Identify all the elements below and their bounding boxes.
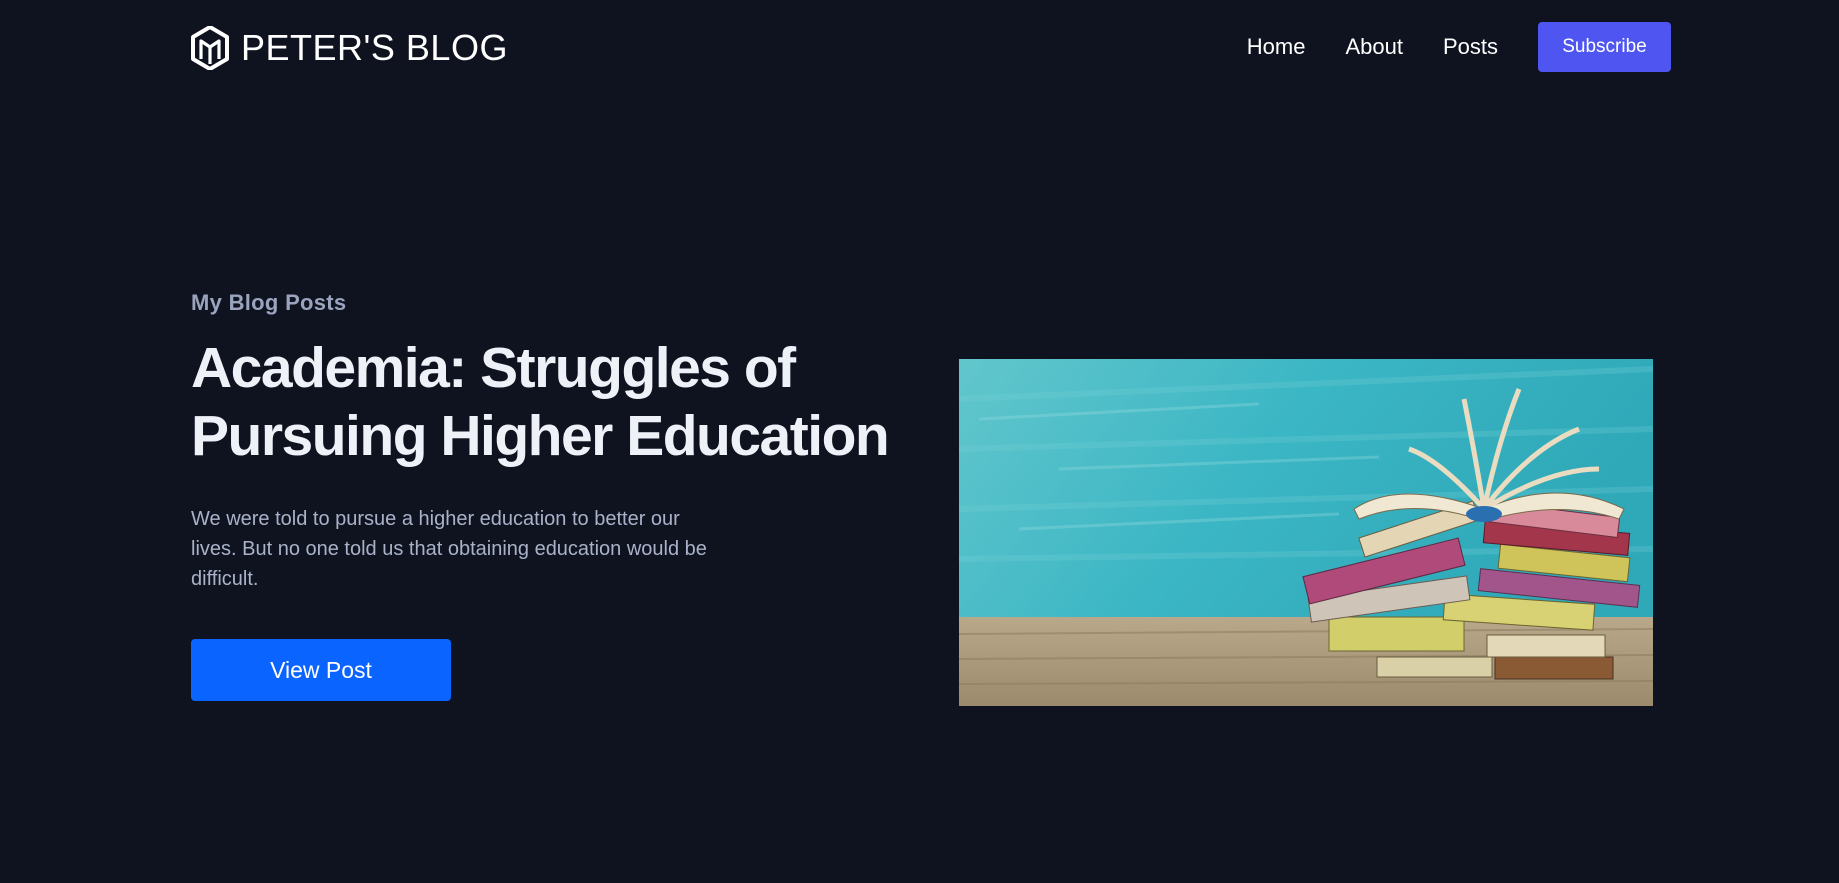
page: PETER'S BLOG Home About Posts Subscribe …: [0, 0, 1839, 883]
post-title: Academia: Struggles of Pursuing Higher E…: [191, 334, 911, 470]
view-post-button[interactable]: View Post: [191, 639, 451, 701]
post-title-line-2: Pursuing Higher Education: [191, 404, 890, 468]
post-description: We were told to pursue a higher educatio…: [191, 508, 707, 590]
brand-link[interactable]: PETER'S BLOG: [191, 26, 508, 70]
subscribe-button[interactable]: Subscribe: [1538, 22, 1671, 72]
books-stack-image: [959, 359, 1653, 706]
section-eyebrow: My Blog Posts: [191, 290, 347, 315]
nav-posts[interactable]: Posts: [1443, 22, 1498, 72]
hexagon-m-logo-icon: [191, 26, 229, 70]
main-nav: Home About Posts Subscribe: [1247, 22, 1671, 72]
site-header: PETER'S BLOG Home About Posts Subscribe: [0, 0, 1839, 96]
brand-name: PETER'S BLOG: [241, 27, 508, 68]
nav-about[interactable]: About: [1345, 22, 1403, 72]
post-title-line-1: Academia: Struggles of: [191, 336, 796, 400]
hero-content: My Blog Posts Academia: Struggles of Pur…: [191, 290, 891, 701]
nav-home[interactable]: Home: [1247, 22, 1306, 72]
